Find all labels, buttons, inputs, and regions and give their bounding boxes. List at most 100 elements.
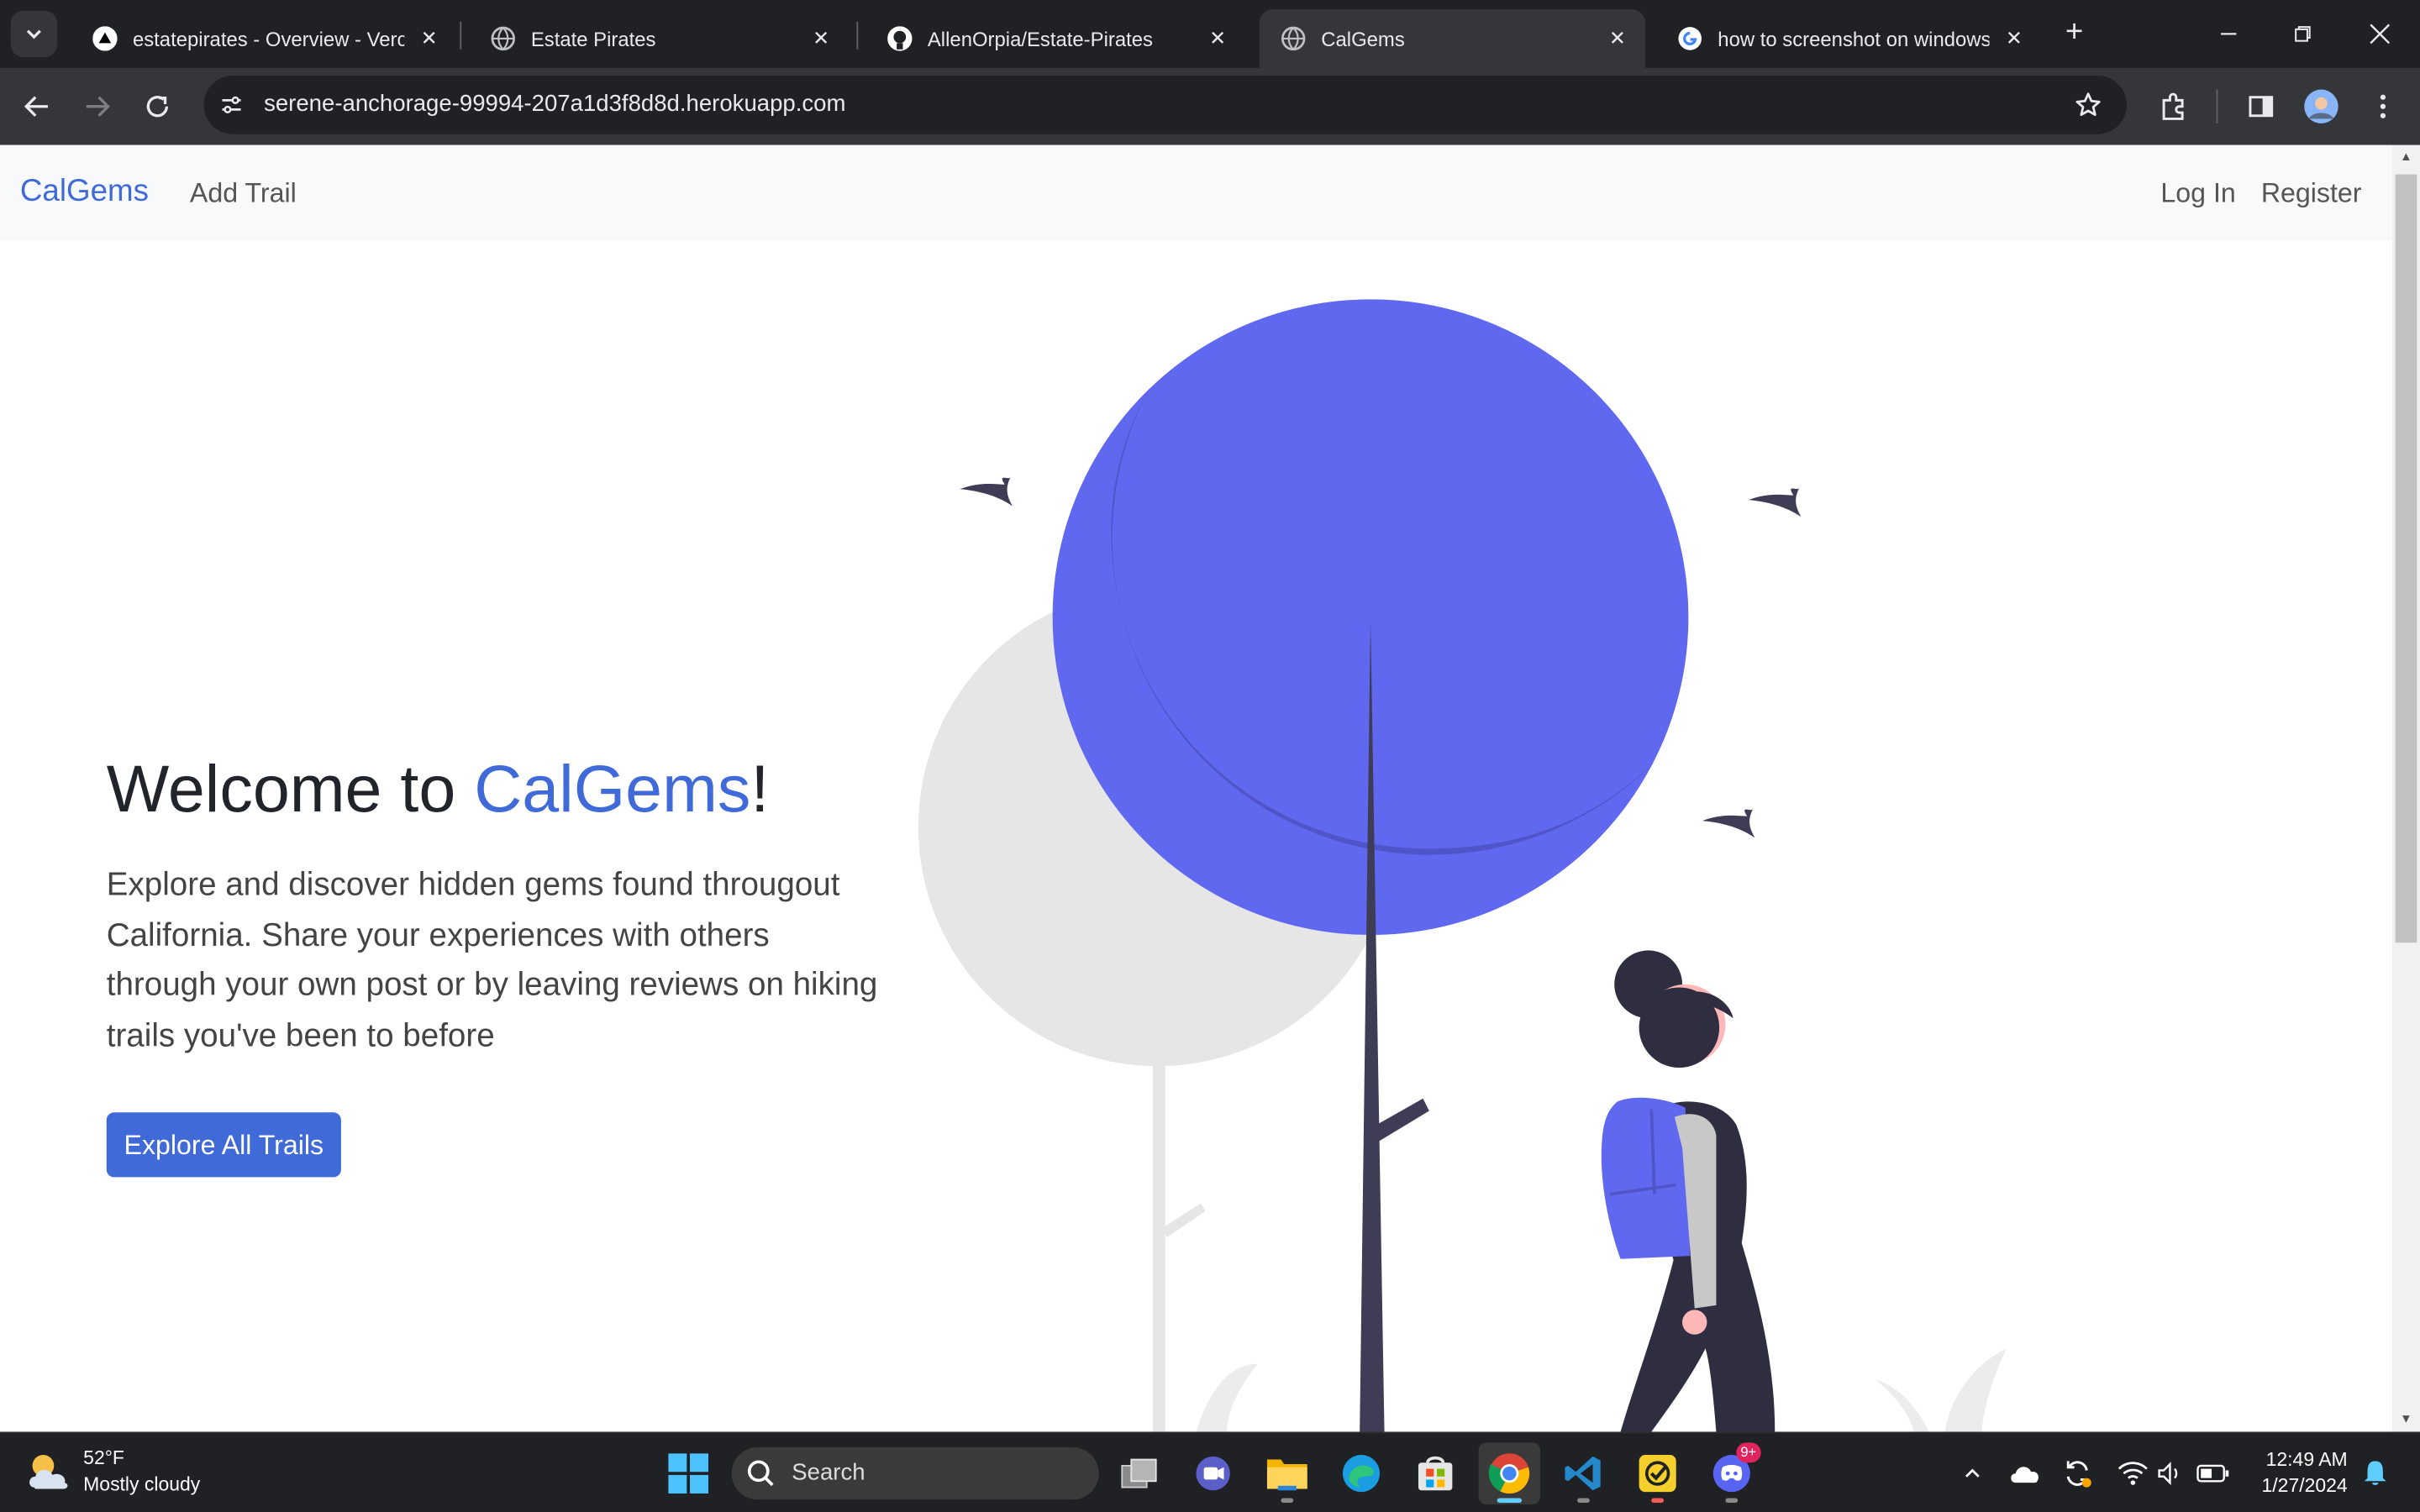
taskbar-search[interactable]: Search [731, 1446, 1099, 1500]
close-icon[interactable]: ✕ [1205, 26, 1229, 50]
checklist-icon [1639, 1455, 1676, 1493]
tab-search-button[interactable] [10, 10, 57, 57]
address-bar[interactable]: serene-anchorage-99994-207a1d3f8d8d.hero… [203, 76, 2128, 134]
explore-all-trails-button[interactable]: Explore All Trails [106, 1112, 341, 1178]
register-link[interactable]: Register [2261, 177, 2362, 210]
grey-tree-branch [1162, 1203, 1206, 1238]
blue-tree-branch [1376, 1098, 1429, 1142]
menu-kebab-icon[interactable] [2363, 87, 2403, 127]
tab-github[interactable]: AllenOrpia/Estate-Pirates ✕ [865, 9, 1245, 68]
bird [1702, 808, 1755, 838]
show-hidden-icons-button[interactable] [1954, 1455, 1991, 1492]
window-close-button[interactable] [2343, 0, 2417, 68]
edge-icon [1342, 1455, 1381, 1493]
back-button[interactable] [14, 83, 60, 129]
globe-icon [1281, 26, 1306, 51]
brand-link[interactable]: CalGems [20, 175, 149, 210]
reload-icon [146, 96, 169, 118]
notification-bell-icon[interactable] [2357, 1455, 2394, 1492]
tab-title: Estate Pirates [530, 27, 656, 50]
restore-icon [2295, 26, 2311, 42]
forward-button[interactable] [74, 83, 120, 129]
vercel-icon [92, 26, 118, 51]
tab-google[interactable]: how to screenshot on windows ✕ [1656, 9, 2042, 68]
close-icon[interactable]: ✕ [2002, 26, 2026, 50]
chrome-icon [1488, 1453, 1530, 1494]
github-icon [887, 26, 913, 51]
app-running-indicator [1725, 1498, 1739, 1503]
task-view-icon [1121, 1458, 1157, 1488]
close-icon[interactable]: ✕ [808, 26, 833, 50]
edge-button[interactable] [1330, 1442, 1392, 1504]
close-icon[interactable]: ✕ [417, 26, 441, 50]
clock-time: 12:49 AM [2265, 1448, 2348, 1471]
search-icon [747, 1460, 774, 1487]
tab-divider [856, 21, 859, 50]
new-tab-button[interactable]: + [2056, 15, 2093, 52]
arrow-left-icon [24, 96, 48, 117]
site-info-icon[interactable] [216, 90, 247, 121]
scroll-down-icon[interactable]: ▼ [2398, 1412, 2413, 1427]
reload-button[interactable] [134, 83, 181, 129]
store-icon [1418, 1456, 1453, 1491]
globe-icon [491, 26, 516, 51]
vscode-button[interactable] [1553, 1442, 1614, 1504]
tab-strip: estatepirates - Overview - Vercel ✕ Esta… [0, 0, 2420, 68]
scroll-up-icon[interactable]: ▲ [2398, 150, 2413, 165]
grass-tuft [1196, 1363, 1258, 1432]
app-running-indicator [1281, 1498, 1294, 1503]
bird [960, 476, 1013, 507]
onedrive-icon[interactable] [2007, 1455, 2044, 1492]
toolbar-divider [2216, 89, 2218, 123]
volume-icon[interactable] [2151, 1455, 2188, 1492]
discord-button[interactable]: 9+ [1701, 1442, 1762, 1504]
vscode-icon [1565, 1456, 1601, 1491]
system-clock[interactable]: 12:49 AM 1/27/2024 [2245, 1447, 2348, 1499]
notification-badge: 9+ [1735, 1442, 1761, 1463]
login-link[interactable]: Log In [2160, 177, 2235, 210]
windows-logo-icon [668, 1453, 709, 1494]
hiker-hand [1682, 1310, 1707, 1335]
side-panel-icon[interactable] [2241, 87, 2281, 127]
teams-chat-button[interactable] [1182, 1442, 1244, 1504]
clock-date: 1/27/2024 [2261, 1474, 2348, 1497]
minimize-icon [2221, 33, 2237, 35]
title-suffix: ! [750, 753, 770, 827]
restore-button[interactable] [2265, 0, 2339, 68]
grey-tree-trunk [1153, 1055, 1165, 1432]
scrollbar-thumb[interactable] [2395, 174, 2417, 943]
tab-vercel[interactable]: estatepirates - Overview - Vercel ✕ [71, 9, 456, 68]
file-explorer-button[interactable] [1256, 1442, 1318, 1504]
site-navbar: CalGems Add Trail Log In Register [0, 144, 2392, 241]
task-view-button[interactable] [1108, 1442, 1170, 1504]
arrow-right-icon [86, 96, 110, 117]
extensions-icon[interactable] [2153, 87, 2193, 127]
chevron-up-icon [1965, 1468, 1980, 1478]
chevron-down-icon [26, 29, 41, 39]
hiker-illustration [918, 299, 2007, 1432]
bird [1749, 487, 1802, 517]
start-button[interactable] [657, 1442, 718, 1504]
weather-widget[interactable]: 52°F Mostly cloudy [24, 1446, 200, 1498]
chat-icon [1196, 1456, 1230, 1491]
profile-avatar[interactable] [2302, 87, 2342, 127]
wifi-icon[interactable] [2114, 1455, 2151, 1492]
app-running-indicator [1651, 1498, 1665, 1503]
tab-calgems[interactable]: CalGems ✕ [1259, 9, 1645, 68]
app-running-indicator [1577, 1498, 1590, 1503]
cloudy-moon-icon [29, 1455, 68, 1489]
title-accent: CalGems [474, 753, 751, 827]
add-trail-link[interactable]: Add Trail [190, 177, 297, 210]
close-icon[interactable]: ✕ [1605, 26, 1629, 50]
minimize-button[interactable] [2191, 0, 2265, 68]
store-button[interactable] [1404, 1442, 1465, 1504]
bookmark-star-icon[interactable] [2071, 88, 2105, 122]
sync-icon[interactable] [2059, 1455, 2096, 1492]
page-scrollbar[interactable]: ▲ ▼ [2391, 144, 2420, 1432]
chrome-button[interactable] [1478, 1442, 1541, 1504]
todo-app-button[interactable] [1627, 1442, 1688, 1504]
tab-title: estatepirates - Overview - Vercel [132, 27, 405, 50]
battery-icon[interactable] [2195, 1455, 2232, 1492]
tab-estate-pirates[interactable]: Estate Pirates ✕ [469, 9, 849, 68]
windows-taskbar: 52°F Mostly cloudy Search 9+ 12:49 AM 1/… [0, 1431, 2420, 1512]
